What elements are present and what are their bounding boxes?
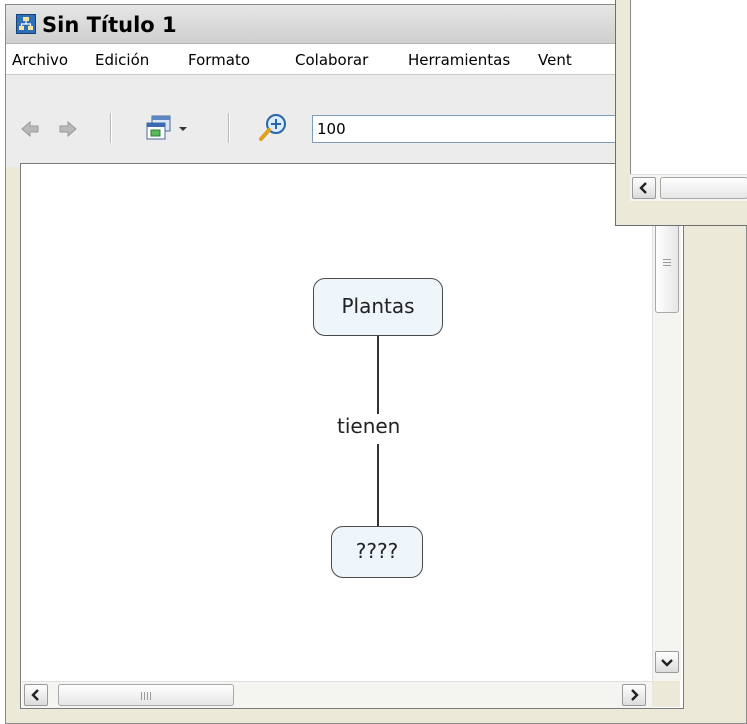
- concept-map-canvas[interactable]: Plantas tienen ????: [20, 163, 684, 709]
- overlay-scroll-thumb[interactable]: [660, 177, 747, 199]
- zoom-level-input[interactable]: [312, 115, 642, 143]
- chevron-left-icon: [639, 182, 647, 194]
- grip-line: [663, 265, 671, 266]
- grip-line: [147, 692, 148, 700]
- window-view-icon[interactable]: [146, 115, 174, 141]
- menu-formato[interactable]: Formato: [188, 51, 250, 69]
- horizontal-scroll-thumb[interactable]: [58, 684, 234, 706]
- overlapping-window-content: [630, 0, 747, 200]
- grip-line: [141, 692, 142, 700]
- arrow-right-icon[interactable]: [58, 119, 78, 139]
- menu-herramientas[interactable]: Herramientas: [408, 51, 510, 69]
- chevron-right-icon: [631, 689, 639, 701]
- overlapping-window-scrollbar[interactable]: [630, 174, 747, 201]
- toolbar-separator: [110, 113, 111, 143]
- link-line-top: [377, 336, 379, 418]
- scrollbar-corner: [652, 681, 680, 707]
- window-title: Sin Título 1: [42, 13, 177, 37]
- overlay-scroll-left-button[interactable]: [632, 177, 656, 199]
- grip-line: [150, 692, 151, 700]
- menu-archivo[interactable]: Archivo: [12, 51, 68, 69]
- toolbar-separator: [228, 113, 229, 143]
- zoom-in-icon[interactable]: [258, 113, 288, 143]
- grip-line: [144, 692, 145, 700]
- concept-plantas[interactable]: Plantas: [313, 278, 443, 336]
- menu-ventana[interactable]: Vent: [538, 51, 572, 69]
- vertical-scrollbar[interactable]: [652, 165, 681, 681]
- linking-phrase[interactable]: tienen: [335, 414, 403, 438]
- grip-line: [663, 262, 671, 263]
- vertical-scroll-thumb[interactable]: [655, 221, 679, 313]
- chevron-left-icon: [31, 689, 39, 701]
- chevron-down-icon: [661, 659, 673, 667]
- scroll-down-button[interactable]: [655, 651, 679, 673]
- overlapping-window[interactable]: [615, 0, 747, 226]
- horizontal-scrollbar[interactable]: [22, 681, 652, 708]
- scroll-right-button[interactable]: [622, 684, 646, 706]
- scroll-left-button[interactable]: [24, 684, 48, 706]
- app-icon: [16, 14, 36, 34]
- link-line-bottom: [377, 444, 379, 526]
- concept-unknown[interactable]: ????: [331, 526, 423, 578]
- chevron-down-icon[interactable]: [178, 125, 188, 133]
- arrow-left-icon[interactable]: [20, 119, 40, 139]
- menu-edicion[interactable]: Edición: [95, 51, 149, 69]
- menu-colaborar[interactable]: Colaborar: [295, 51, 368, 69]
- grip-line: [663, 259, 671, 260]
